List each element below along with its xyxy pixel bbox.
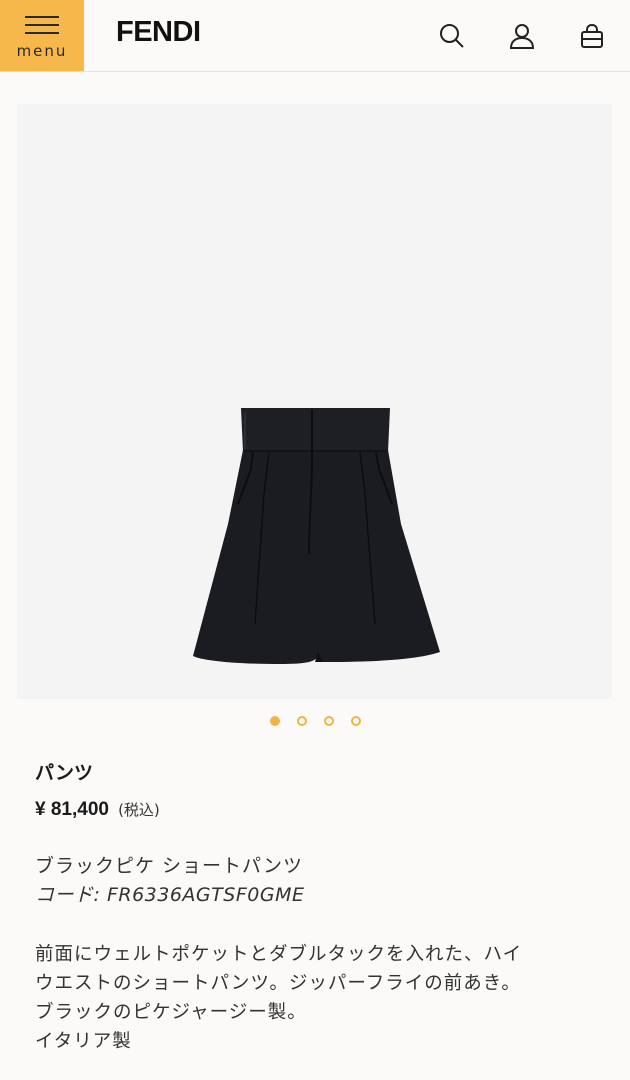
product-code-value: FR6336AGTSF0GME (106, 884, 305, 906)
tax-note: (税込) (118, 801, 160, 819)
product-code-label: コード: (35, 884, 101, 906)
product-subtitle: ブラックピケ ショートパンツ (35, 855, 303, 877)
pagination-dot-4[interactable] (351, 716, 361, 726)
price-row: ¥ 81,400 (税込) (35, 799, 160, 821)
hamburger-icon (25, 16, 59, 36)
pagination-dot-1[interactable] (270, 716, 280, 726)
image-pagination (0, 714, 630, 728)
pagination-dot-2[interactable] (297, 716, 307, 726)
product-code: コード: FR6336AGTSF0GME (35, 880, 304, 907)
product-name: パンツ (35, 762, 93, 784)
menu-label: menu (16, 42, 68, 60)
description-line: イタリア製 (35, 1031, 132, 1052)
product-description: 前面にウェルトポケットとダブルタックを入れた、ハイ ウエストのショートパンツ。ジ… (35, 940, 605, 1056)
product-price: ¥ 81,400 (35, 799, 109, 820)
site-header: menu FENDI (0, 0, 630, 72)
description-line: ブラックのピケジャージー製。 (35, 1002, 307, 1023)
brand-logo[interactable]: FENDI (116, 16, 201, 49)
product-image[interactable] (17, 104, 612, 699)
search-icon[interactable] (438, 22, 466, 50)
menu-button[interactable]: menu (0, 0, 84, 71)
description-line: 前面にウェルトポケットとダブルタックを入れた、ハイ (35, 944, 523, 965)
account-icon[interactable] (508, 22, 536, 50)
description-line: ウエストのショートパンツ。ジッパーフライの前あき。 (35, 973, 521, 994)
bag-icon[interactable] (578, 22, 606, 50)
pagination-dot-3[interactable] (324, 716, 334, 726)
shorts-illustration (193, 408, 440, 664)
